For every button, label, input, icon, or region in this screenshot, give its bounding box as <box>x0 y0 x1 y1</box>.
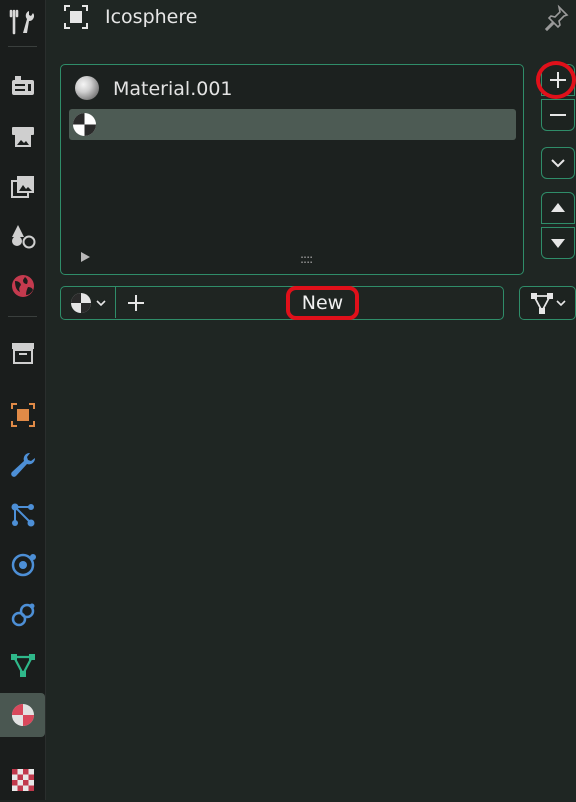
move-slot-up-button[interactable] <box>541 192 575 224</box>
world-icon[interactable] <box>0 264 45 308</box>
resize-grip-icon[interactable]: :::: <box>300 252 313 266</box>
remove-material-slot-button[interactable] <box>541 99 575 131</box>
sidebar-separator <box>8 316 37 317</box>
sidebar-separator <box>8 46 37 47</box>
list-item[interactable] <box>69 109 516 140</box>
tool-icon[interactable] <box>0 0 45 44</box>
modifier-icon[interactable] <box>0 443 45 487</box>
list-item[interactable]: Material.001 <box>69 73 516 104</box>
physics-icon[interactable] <box>0 543 45 587</box>
render-icon[interactable] <box>0 64 45 108</box>
texture-icon[interactable] <box>0 758 45 802</box>
collection-icon[interactable] <box>0 331 45 375</box>
new-material-button[interactable]: New <box>286 286 359 320</box>
object-name: Icosphere <box>105 6 198 28</box>
output-icon[interactable] <box>0 114 45 158</box>
move-slot-down-button[interactable] <box>541 227 575 259</box>
data-icon[interactable] <box>0 643 45 687</box>
particles-icon[interactable] <box>0 493 45 537</box>
empty-material-icon <box>71 111 98 142</box>
material-datablock-selector <box>60 286 504 320</box>
slot-specials-menu-button[interactable] <box>541 147 575 179</box>
scene-icon[interactable] <box>0 214 45 258</box>
view-layer-icon[interactable] <box>0 164 45 208</box>
slot-link-menu-button[interactable] <box>519 286 576 320</box>
object-data-icon <box>63 4 89 30</box>
pin-icon[interactable] <box>542 4 570 32</box>
constraints-icon[interactable] <box>0 593 45 637</box>
browse-material-button[interactable] <box>61 287 116 318</box>
material-slot-label: Material.001 <box>113 77 233 100</box>
object-icon[interactable] <box>0 393 45 437</box>
add-material-slot-button[interactable] <box>541 64 575 96</box>
expand-triangle-icon[interactable] <box>81 252 90 262</box>
material-icon[interactable] <box>0 693 45 737</box>
add-icon[interactable] <box>121 287 151 318</box>
material-slots-list[interactable]: Material.001 :::: <box>60 64 524 275</box>
properties-tab-sidebar <box>0 0 46 800</box>
material-preview-sphere-icon <box>75 76 99 100</box>
